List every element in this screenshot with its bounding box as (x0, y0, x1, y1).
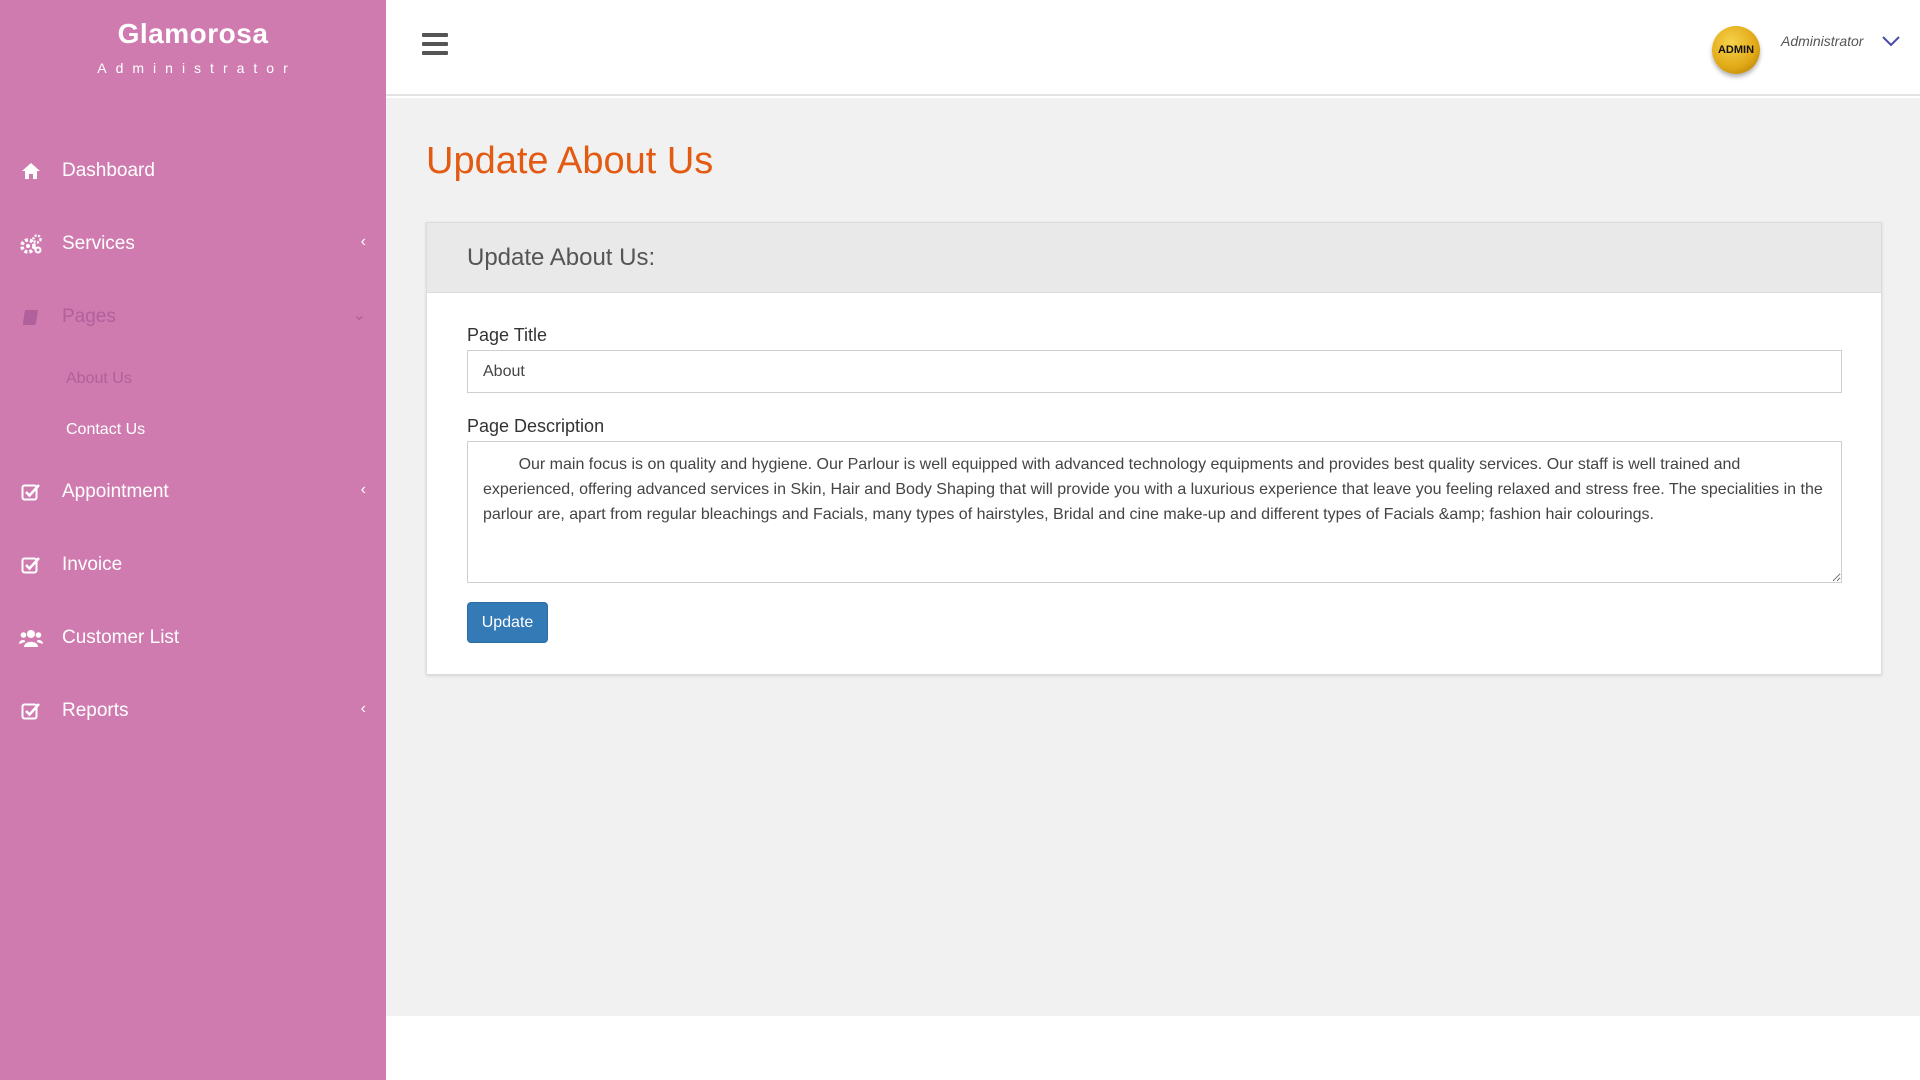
update-about-card: Update About Us: Page Title Page Descrip… (426, 222, 1882, 675)
book-icon (18, 304, 44, 330)
check-square-icon (18, 698, 44, 724)
topbar: ADMIN Administrator (386, 0, 1920, 96)
sidebar-item-pages[interactable]: Pages ⌄ (0, 280, 386, 353)
brand-subtitle: Administrator (97, 60, 297, 76)
update-button[interactable]: Update (467, 602, 548, 643)
avatar[interactable]: ADMIN (1712, 26, 1760, 74)
page-title-label: Page Title (467, 325, 548, 345)
page-title: Update About Us (426, 140, 714, 182)
page-description-label: Page Description (467, 416, 605, 436)
menu-toggle-icon[interactable] (422, 33, 448, 55)
sidebar-item-label: Dashboard (62, 159, 155, 181)
home-icon (18, 158, 44, 184)
chevron-left-icon: ‹ (360, 480, 366, 498)
users-icon (18, 625, 44, 651)
sidebar-item-services[interactable]: Services ‹ (0, 207, 386, 280)
pages-submenu: About Us Contact Us (0, 353, 386, 455)
button-row: Update (467, 588, 1841, 643)
sidebar: Glamorosa Administrator Dashboard Servic… (0, 0, 386, 1080)
sidebar-item-label: Invoice (62, 553, 123, 575)
chevron-down-icon: ⌄ (352, 306, 366, 324)
sidebar-item-label: Appointment (62, 480, 169, 502)
submenu-item-about-us[interactable]: About Us (0, 353, 386, 404)
submenu-item-contact-us[interactable]: Contact Us (0, 404, 386, 455)
sidebar-item-invoice[interactable]: Invoice (0, 528, 386, 601)
check-square-icon (18, 479, 44, 505)
sidebar-item-dashboard[interactable]: Dashboard (0, 134, 386, 207)
sidebar-item-label: Pages (62, 305, 116, 327)
sidebar-item-reports[interactable]: Reports ‹ (0, 674, 386, 747)
brand: Glamorosa Administrator (0, 0, 386, 76)
sidebar-item-label: Reports (62, 699, 129, 721)
update-about-form: Page Title Page Description Our main foc… (427, 293, 1881, 643)
sidebar-nav: Dashboard Services ‹ Pages ⌄ About Us Co… (0, 134, 386, 747)
user-name[interactable]: Administrator (1781, 33, 1863, 49)
pages-submenu-wrapper: About Us Contact Us (0, 353, 386, 455)
sidebar-item-label: Customer List (62, 626, 180, 648)
chevron-left-icon: ‹ (360, 699, 366, 717)
brand-name[interactable]: Glamorosa (0, 18, 386, 50)
sidebar-item-customer-list[interactable]: Customer List (0, 601, 386, 674)
chevron-left-icon: ‹ (360, 232, 366, 250)
chevron-down-icon[interactable] (1880, 30, 1902, 52)
sidebar-item-appointment[interactable]: Appointment ‹ (0, 455, 386, 528)
card-title: Update About Us: (427, 223, 1881, 293)
sidebar-item-label: Services (62, 232, 135, 254)
cogs-icon (18, 231, 44, 257)
page-description-textarea[interactable]: Our main focus is on quality and hygiene… (467, 441, 1842, 583)
check-square-icon (18, 552, 44, 578)
main-content: Update About Us Update About Us: Page Ti… (386, 98, 1920, 1016)
page-title-input[interactable] (467, 350, 1842, 393)
